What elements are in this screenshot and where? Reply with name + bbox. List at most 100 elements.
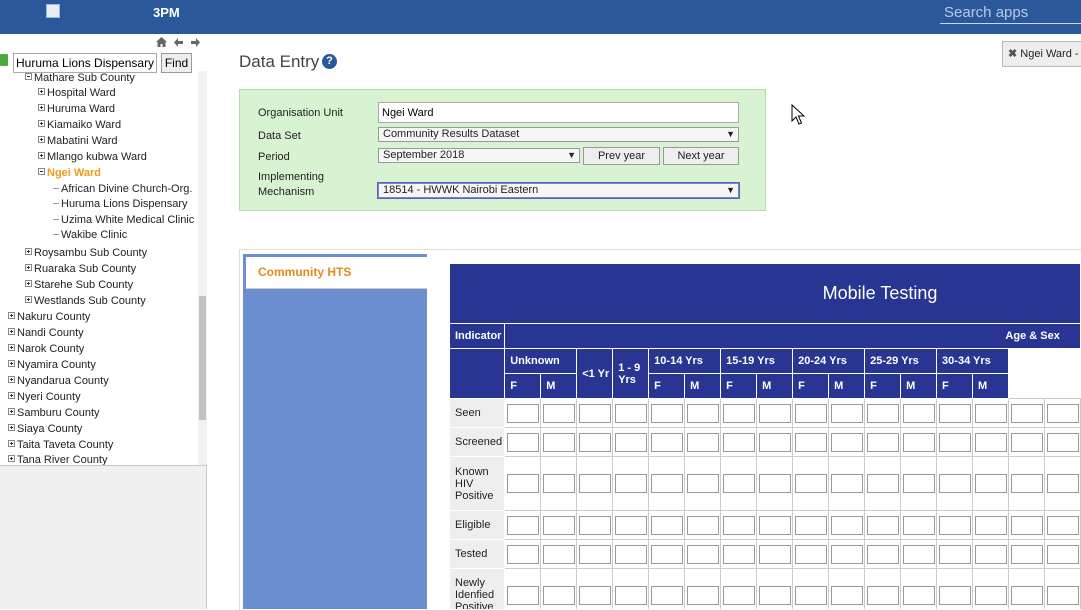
selected-org-unit-tab[interactable]: ✖ Ngei Ward - <box>1002 41 1081 67</box>
value-input[interactable] <box>614 403 647 423</box>
value-input[interactable] <box>902 515 935 535</box>
expand-icon[interactable] <box>8 344 15 351</box>
value-input[interactable] <box>830 474 863 493</box>
expand-icon[interactable] <box>38 120 45 127</box>
expand-icon[interactable] <box>8 360 15 367</box>
value-input[interactable] <box>830 586 863 605</box>
value-input[interactable] <box>902 586 935 605</box>
tree-scrollbar[interactable] <box>198 71 207 465</box>
search-apps-input[interactable] <box>940 1 1081 24</box>
value-input[interactable] <box>506 544 539 564</box>
expand-icon[interactable] <box>8 312 15 319</box>
tree-item[interactable]: African Divine Church-Org. <box>53 182 192 196</box>
value-input[interactable] <box>686 544 719 564</box>
period-select[interactable]: September 2018 ▼ <box>378 148 580 163</box>
tree-item[interactable]: Huruma Lions Dispensary <box>53 197 188 211</box>
value-input[interactable] <box>686 432 719 452</box>
tree-item[interactable]: Samburu County <box>8 406 100 420</box>
expand-icon[interactable] <box>8 408 15 415</box>
value-input[interactable] <box>614 432 647 452</box>
expand-icon[interactable] <box>8 328 15 335</box>
value-input[interactable] <box>650 515 683 535</box>
value-input[interactable] <box>578 515 611 535</box>
value-input[interactable] <box>830 432 863 452</box>
tree-item[interactable]: Mabatini Ward <box>38 134 118 148</box>
value-input[interactable] <box>974 432 1007 452</box>
tree-item[interactable]: Taita Taveta County <box>8 438 113 452</box>
value-input[interactable] <box>722 515 755 535</box>
value-input[interactable] <box>938 515 971 535</box>
value-input[interactable] <box>542 586 575 605</box>
value-input[interactable] <box>506 515 539 535</box>
expand-icon[interactable] <box>8 392 15 399</box>
value-input[interactable] <box>938 474 971 493</box>
value-input[interactable] <box>542 432 575 452</box>
prev-year-button[interactable]: Prev year <box>583 147 660 165</box>
collapse-icon[interactable] <box>25 73 32 80</box>
value-input[interactable] <box>686 515 719 535</box>
next-year-button[interactable]: Next year <box>663 147 739 165</box>
back-arrow-icon[interactable] <box>173 37 184 48</box>
expand-icon[interactable] <box>8 376 15 383</box>
value-input[interactable] <box>506 432 539 452</box>
find-button[interactable]: Find <box>161 53 192 73</box>
value-input[interactable] <box>974 544 1007 564</box>
expand-icon[interactable] <box>38 136 45 143</box>
expand-icon[interactable] <box>25 264 32 271</box>
value-input[interactable] <box>1010 432 1043 452</box>
value-input[interactable] <box>542 403 575 423</box>
value-input[interactable] <box>794 432 827 452</box>
value-input[interactable] <box>1046 515 1079 535</box>
tree-item[interactable]: Uzima White Medical Clinic <box>53 213 194 227</box>
value-input[interactable] <box>1046 544 1079 564</box>
expand-icon[interactable] <box>25 248 32 255</box>
value-input[interactable] <box>866 515 899 535</box>
expand-icon[interactable] <box>25 296 32 303</box>
value-input[interactable] <box>578 544 611 564</box>
collapse-icon[interactable] <box>38 168 45 175</box>
value-input[interactable] <box>974 515 1007 535</box>
value-input[interactable] <box>542 474 575 493</box>
value-input[interactable] <box>938 544 971 564</box>
tree-scrollbar-thumb[interactable] <box>199 296 206 420</box>
value-input[interactable] <box>1010 403 1043 423</box>
value-input[interactable] <box>614 515 647 535</box>
expand-icon[interactable] <box>8 455 15 462</box>
value-input[interactable] <box>614 586 647 605</box>
value-input[interactable] <box>614 474 647 493</box>
value-input[interactable] <box>902 432 935 452</box>
value-input[interactable] <box>686 474 719 493</box>
value-input[interactable] <box>866 474 899 493</box>
value-input[interactable] <box>614 544 647 564</box>
value-input[interactable] <box>542 544 575 564</box>
home-icon[interactable] <box>156 37 167 48</box>
value-input[interactable] <box>722 403 755 423</box>
tree-item[interactable]: Huruma Ward <box>38 102 115 116</box>
tree-item[interactable]: Hospital Ward <box>38 86 116 100</box>
value-input[interactable] <box>758 586 791 605</box>
value-input[interactable] <box>758 474 791 493</box>
value-input[interactable] <box>722 586 755 605</box>
value-input[interactable] <box>830 544 863 564</box>
close-icon[interactable]: ✖ <box>1008 48 1017 60</box>
value-input[interactable] <box>650 586 683 605</box>
tab-community-hts[interactable]: Community HTS <box>246 257 427 289</box>
tree-item[interactable]: Nyeri County <box>8 390 81 404</box>
value-input[interactable] <box>686 586 719 605</box>
value-input[interactable] <box>866 403 899 423</box>
help-icon[interactable]: ? <box>322 54 337 69</box>
value-input[interactable] <box>650 544 683 564</box>
value-input[interactable] <box>1046 403 1079 423</box>
value-input[interactable] <box>1046 432 1079 452</box>
tree-item[interactable]: Narok County <box>8 342 84 356</box>
value-input[interactable] <box>794 474 827 493</box>
tree-item[interactable]: Ruaraka Sub County <box>25 262 136 276</box>
value-input[interactable] <box>1010 474 1043 493</box>
tree-item[interactable]: Nyamira County <box>8 358 96 372</box>
value-input[interactable] <box>974 474 1007 493</box>
value-input[interactable] <box>506 474 539 493</box>
value-input[interactable] <box>1046 586 1079 605</box>
tree-item[interactable]: Nandi County <box>8 326 84 340</box>
implementing-mechanism-select[interactable]: 18514 - HWWK Nairobi Eastern ▼ <box>377 182 740 199</box>
expand-icon[interactable] <box>38 104 45 111</box>
